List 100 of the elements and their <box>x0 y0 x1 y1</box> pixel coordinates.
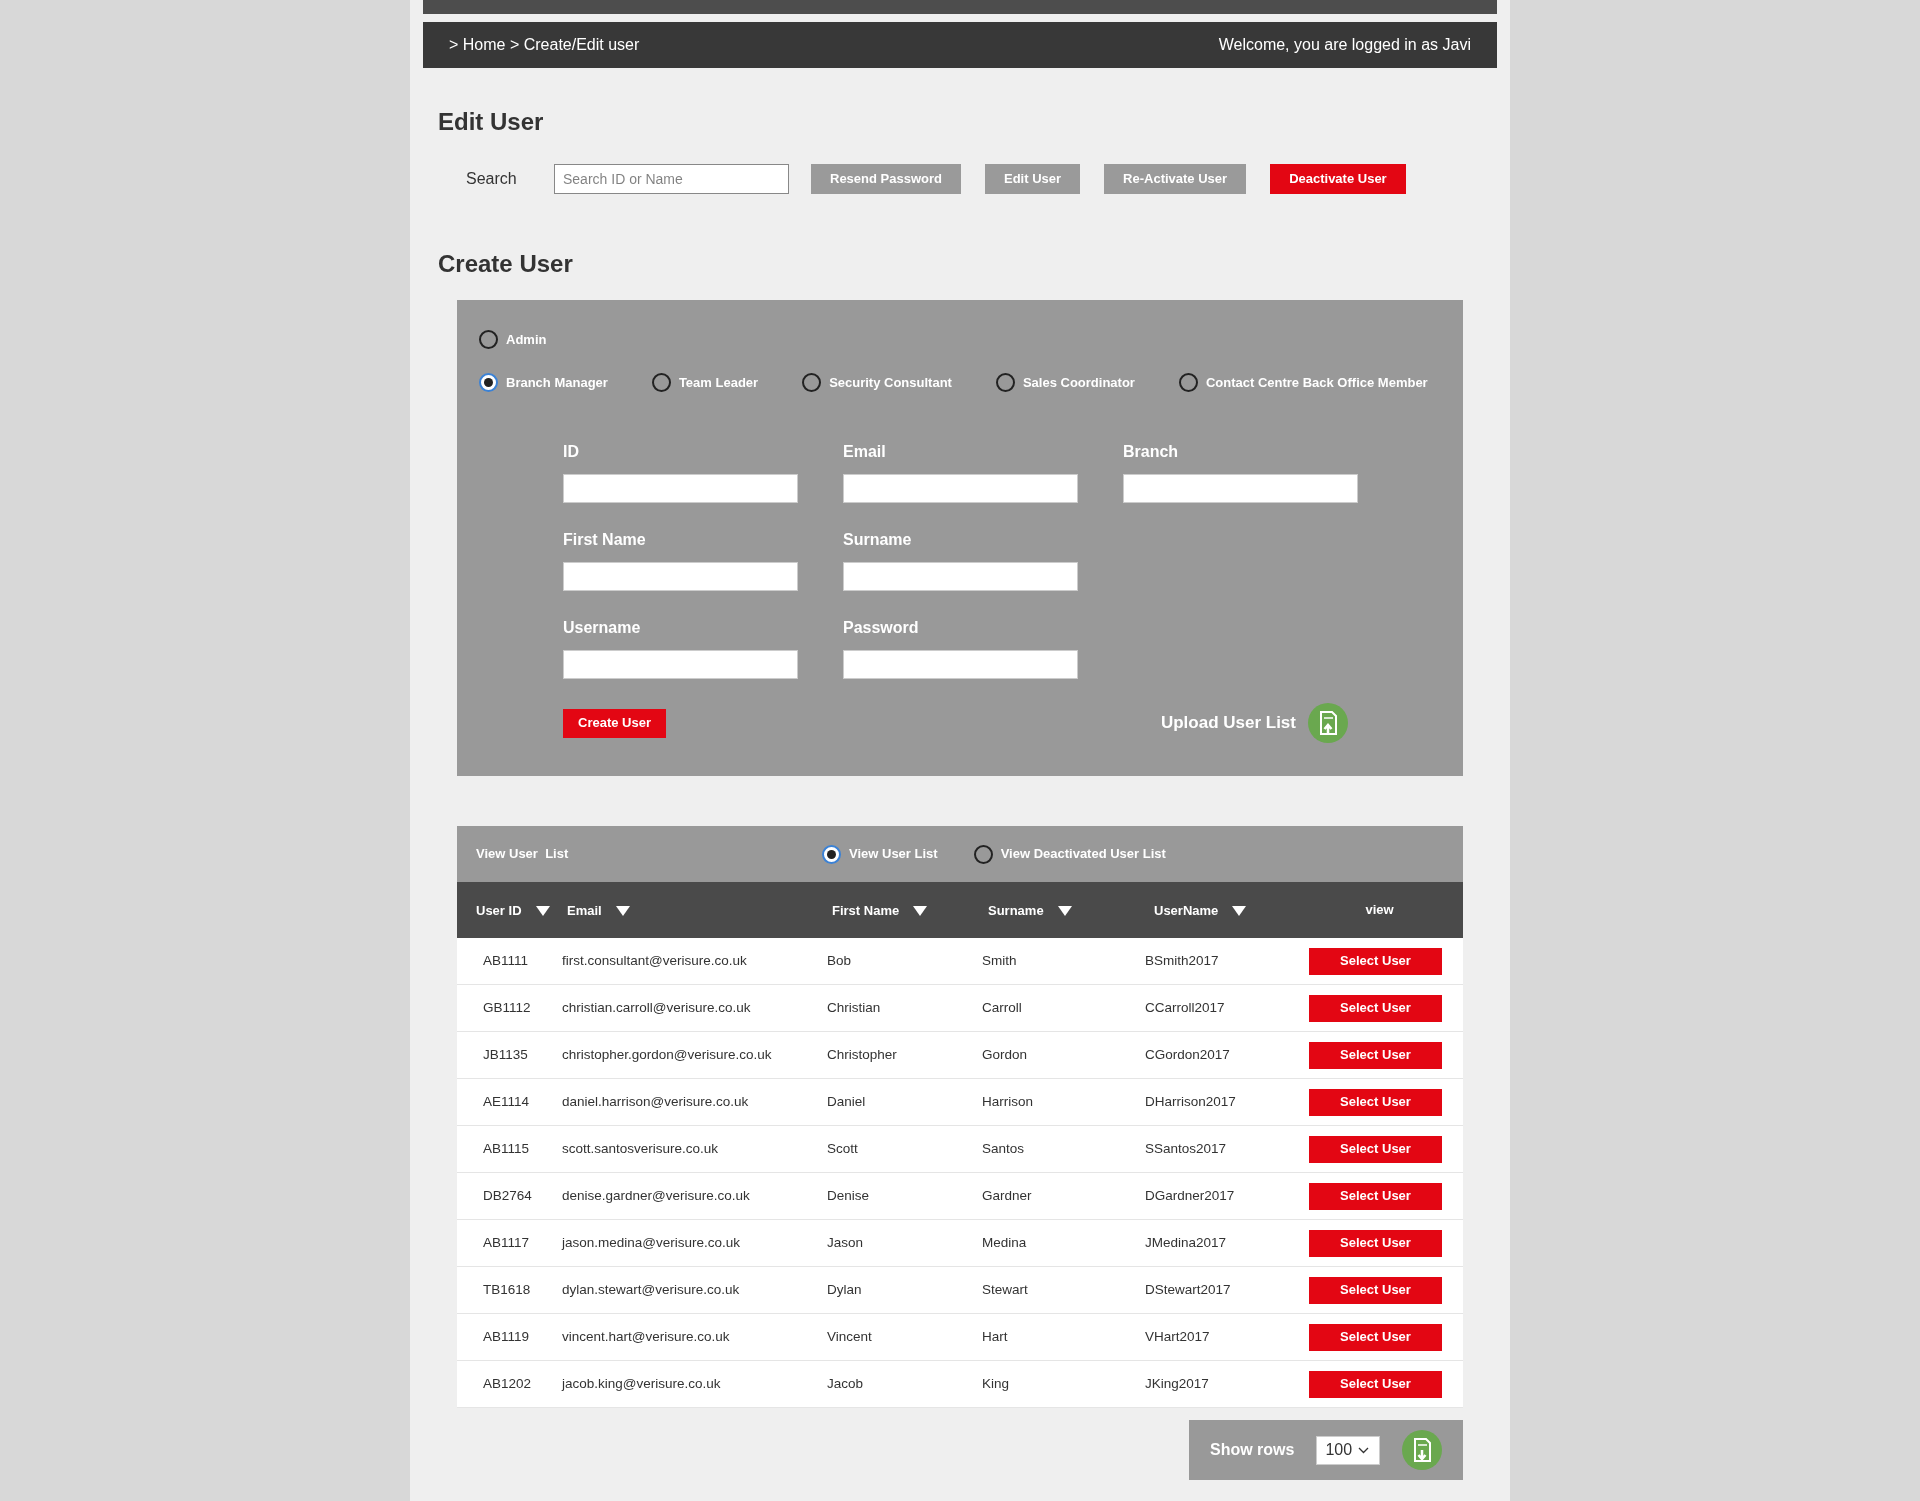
search-label: Search <box>466 169 518 189</box>
list-title: View User List <box>476 845 570 864</box>
table-cell: VHart2017 <box>1145 1328 1210 1344</box>
table-cell: jacob.king@verisure.co.uk <box>562 1375 721 1391</box>
table-cell: Stewart <box>982 1281 1028 1297</box>
radio-button[interactable] <box>822 844 841 864</box>
chevron-down-icon <box>1358 1446 1370 1454</box>
column-header[interactable]: Surname <box>988 901 1072 921</box>
table-cell: jason.medina@verisure.co.uk <box>562 1234 741 1250</box>
field-label: ID <box>563 442 580 462</box>
radio-label: View Deactivated User List <box>1000 845 1166 864</box>
column-header[interactable]: UserName <box>1154 901 1247 921</box>
table-cell: GB1112 <box>483 999 531 1015</box>
action-button[interactable]: Resend Password <box>811 164 961 194</box>
sort-caret-icon[interactable] <box>535 905 550 916</box>
table-cell: Medina <box>982 1234 1027 1250</box>
section-title: Edit User <box>438 107 545 137</box>
table-cell: Smith <box>982 952 1017 968</box>
radio-button[interactable] <box>995 372 1015 392</box>
table-cell: Bob <box>827 952 852 968</box>
table-cell: christopher.gordon@verisure.co.uk <box>562 1046 772 1062</box>
table-cell: AE1114 <box>483 1093 530 1109</box>
select-user-button[interactable]: Select User <box>1309 994 1442 1022</box>
select-user-button[interactable]: Select User <box>1309 1135 1442 1163</box>
radio-label: View User List <box>849 845 938 864</box>
table-cell: Santos <box>982 1140 1025 1156</box>
select-user-button[interactable]: Select User <box>1309 947 1442 975</box>
action-button[interactable]: Re-Activate User <box>1104 164 1247 194</box>
table-cell: Carroll <box>982 999 1022 1015</box>
table-cell: Vincent <box>827 1328 872 1344</box>
table-cell: DB2764 <box>483 1187 532 1203</box>
select-user-button[interactable]: Select User <box>1309 1088 1442 1116</box>
field-label: First Name <box>563 530 647 550</box>
table-cell: King <box>982 1375 1010 1391</box>
sort-caret-icon[interactable] <box>913 905 928 916</box>
table-cell: Harrison <box>982 1093 1033 1109</box>
select-user-button[interactable]: Select User <box>1309 1323 1442 1351</box>
show-rows-label: Show rows <box>1210 1440 1295 1460</box>
search-field[interactable]: Search ID or Name <box>554 164 789 194</box>
action-button[interactable]: Edit User <box>985 164 1081 194</box>
radio-button[interactable] <box>479 372 498 392</box>
column-header[interactable]: First Name <box>832 901 928 921</box>
radio-button[interactable] <box>479 330 498 350</box>
field-label: Password <box>843 618 920 638</box>
input-field[interactable] <box>563 562 798 591</box>
table-cell: scott.santosverisure.co.uk <box>562 1140 719 1156</box>
column-header[interactable]: view <box>1365 900 1394 920</box>
table-cell: Hart <box>982 1328 1008 1344</box>
radio-label: Sales Coordinator <box>1022 373 1135 392</box>
radio-label: Branch Manager <box>506 373 608 392</box>
welcome-text: Welcome, you are logged in as Javi <box>1218 35 1471 55</box>
input-field[interactable] <box>843 650 1078 679</box>
spreadsheet-upload-icon[interactable] <box>1308 703 1348 743</box>
table-cell: JKing2017 <box>1145 1375 1209 1391</box>
radio-button[interactable] <box>802 372 822 392</box>
upload-label: Upload User List <box>1160 712 1296 735</box>
select-user-button[interactable]: Select User <box>1309 1276 1442 1304</box>
table-cell: TB1618 <box>483 1281 531 1297</box>
table-cell: Christian <box>827 999 881 1015</box>
table-cell: Gordon <box>982 1046 1028 1062</box>
sort-caret-icon[interactable] <box>1232 905 1247 916</box>
radio-button[interactable] <box>651 372 671 392</box>
table-cell: Gardner <box>982 1187 1032 1203</box>
input-field[interactable] <box>1123 474 1358 503</box>
select-user-button[interactable]: Select User <box>1309 1182 1442 1210</box>
table-cell: AB1119 <box>483 1328 530 1344</box>
sort-caret-icon[interactable] <box>1057 905 1072 916</box>
table-cell: christian.carroll@verisure.co.uk <box>562 999 751 1015</box>
spreadsheet-download-icon[interactable] <box>1402 1430 1443 1470</box>
field-label: Username <box>563 618 642 638</box>
table-cell: DStewart2017 <box>1145 1281 1231 1297</box>
table-cell: DGardner2017 <box>1145 1187 1235 1203</box>
rows-dropdown[interactable]: 100 <box>1316 1435 1381 1465</box>
field-label: Surname <box>843 530 913 550</box>
input-field[interactable] <box>843 562 1078 591</box>
select-user-button[interactable]: Select User <box>1309 1370 1442 1398</box>
table-cell: first.consultant@verisure.co.uk <box>562 952 747 968</box>
column-header[interactable]: User ID <box>476 901 550 921</box>
input-field[interactable] <box>843 474 1078 503</box>
select-user-button[interactable]: Select User <box>1309 1229 1442 1257</box>
sort-caret-icon[interactable] <box>615 905 630 916</box>
create-user-button[interactable]: Create User <box>563 708 666 738</box>
radio-button[interactable] <box>973 844 993 864</box>
field-label: Email <box>843 442 887 462</box>
input-field[interactable] <box>563 474 798 503</box>
table-cell: BSmith2017 <box>1145 952 1219 968</box>
radio-label: Team Leader <box>678 373 759 392</box>
table-cell: AB1115 <box>483 1140 530 1156</box>
table-cell: Jacob <box>827 1375 864 1391</box>
radio-button[interactable] <box>1178 372 1198 392</box>
radio-label: Admin <box>506 331 547 349</box>
breadcrumb[interactable]: > Home > Create/Edit user <box>449 33 640 57</box>
radio-label: Security Consultant <box>829 373 952 392</box>
table-cell: dylan.stewart@verisure.co.uk <box>562 1281 740 1297</box>
select-user-button[interactable]: Select User <box>1309 1041 1442 1069</box>
column-header[interactable]: Email <box>567 901 630 921</box>
input-field[interactable] <box>563 650 798 679</box>
table-cell: Christopher <box>827 1046 897 1062</box>
action-button[interactable]: Deactivate User <box>1270 164 1406 194</box>
table-cell: denise.gardner@verisure.co.uk <box>562 1187 750 1203</box>
